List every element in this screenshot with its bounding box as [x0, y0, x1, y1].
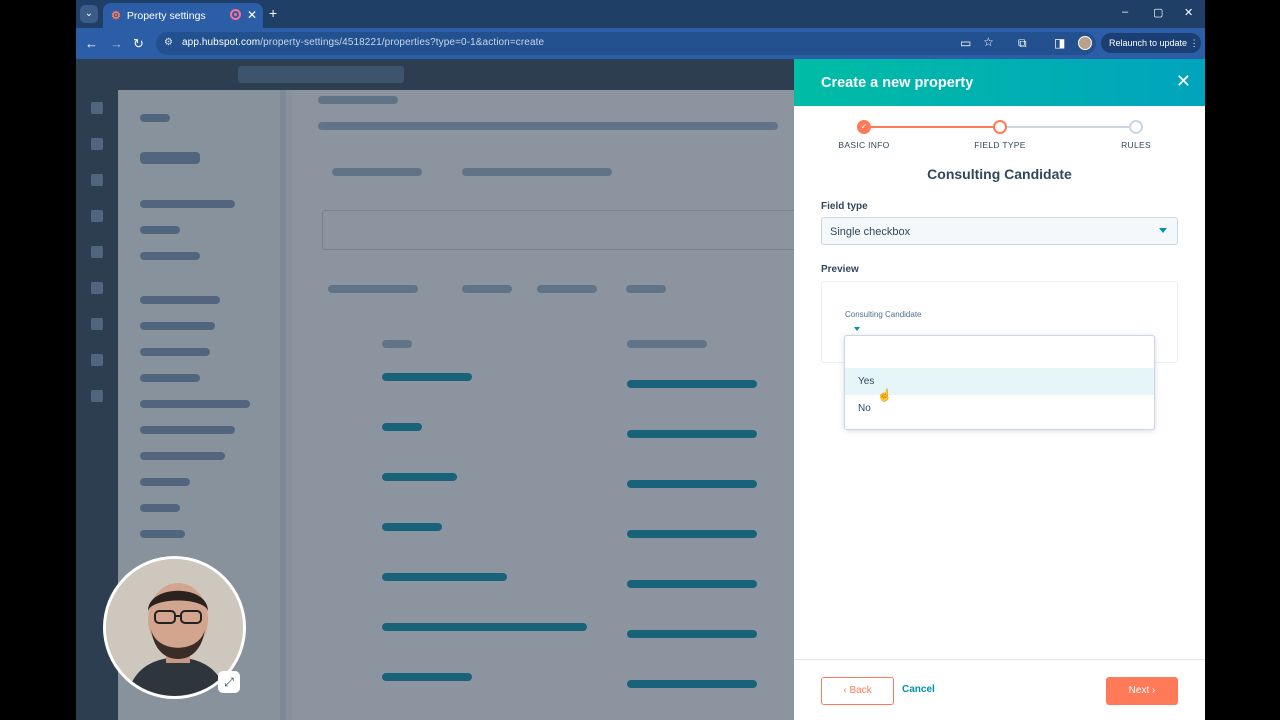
hubspot-favicon-icon: ⚙: [111, 10, 121, 22]
profile-avatar[interactable]: [1078, 36, 1092, 50]
preview-label: Preview: [821, 264, 859, 275]
property-name-heading: Consulting Candidate: [927, 166, 1072, 182]
browser-window: ⌄ ⚙ Property settings ✕ + – ▢ ✕ ← → ↻ ⚙ …: [76, 0, 1205, 720]
field-type-select[interactable]: Single checkbox: [821, 217, 1178, 245]
recording-icon: [230, 9, 241, 20]
field-type-value: Single checkbox: [830, 226, 911, 238]
site-settings-icon[interactable]: ⚙: [164, 37, 173, 48]
close-icon[interactable]: ✕: [1176, 71, 1191, 92]
tab-title: Property settings: [126, 9, 206, 22]
progress-stepper: ✓ BASIC INFO FIELD TYPE RULES: [794, 106, 1205, 206]
screen: ⌄ ⚙ Property settings ✕ + – ▢ ✕ ← → ↻ ⚙ …: [0, 0, 1280, 720]
dropdown-option-empty[interactable]: [845, 340, 1154, 367]
expand-icon[interactable]: ⤢: [218, 671, 240, 693]
restore-icon[interactable]: ▢: [1153, 6, 1163, 19]
preview-dropdown-menu: Yes No ☝: [844, 335, 1155, 430]
window-close-icon[interactable]: ✕: [1184, 6, 1193, 19]
panel-header: Create a new property ✕: [794, 59, 1205, 106]
browser-tab[interactable]: ⚙ Property settings ✕: [103, 3, 263, 28]
step-label-rules: RULES: [1121, 140, 1151, 150]
preview-caret-down-icon[interactable]: [854, 327, 860, 331]
next-button[interactable]: Next ›: [1106, 677, 1178, 705]
address-bar[interactable]: ⚙ app.hubspot.com/property-settings/4518…: [156, 32, 1096, 55]
step-dot-rules: [1129, 120, 1143, 134]
preview-field-label: Consulting Candidate: [845, 310, 922, 319]
tab-strip: ⌄ ⚙ Property settings ✕ + – ▢ ✕: [76, 0, 1205, 28]
step-label-basic-info: BASIC INFO: [838, 140, 890, 150]
new-tab-icon[interactable]: +: [269, 5, 277, 21]
create-property-panel: Create a new property ✕ ✓ BASIC INFO FIE…: [794, 59, 1205, 720]
cancel-button[interactable]: Cancel: [902, 684, 935, 695]
url-text: app.hubspot.com/property-settings/451822…: [182, 37, 545, 48]
extensions-icon[interactable]: ⧉: [1018, 36, 1027, 51]
caret-down-icon: [1159, 228, 1167, 233]
reload-icon[interactable]: ↻: [133, 36, 144, 52]
forward-arrow-icon[interactable]: →: [110, 36, 123, 51]
relaunch-button[interactable]: Relaunch to update ⋮: [1101, 33, 1201, 53]
tab-search-icon[interactable]: ⌄: [80, 5, 98, 23]
back-button[interactable]: ‹ Back: [821, 677, 894, 705]
check-icon: ✓: [857, 120, 871, 134]
step-dot-field-type: [993, 120, 1007, 134]
field-type-label: Field type: [821, 201, 868, 212]
bookmark-star-icon[interactable]: ☆: [983, 35, 994, 49]
step-label-field-type: FIELD TYPE: [974, 140, 1026, 150]
panel-title: Create a new property: [821, 75, 974, 91]
minimize-icon[interactable]: –: [1122, 6, 1128, 18]
browser-toolbar: ← → ↻ ⚙ app.hubspot.com/property-setting…: [76, 28, 1205, 59]
back-arrow-icon[interactable]: ←: [85, 36, 98, 51]
side-panel-icon[interactable]: ◨: [1054, 36, 1065, 50]
tab-close-icon[interactable]: ✕: [247, 8, 257, 22]
hand-pointer-icon: ☝: [877, 388, 892, 402]
panel-footer: ‹ Back Cancel Next ›: [794, 659, 1205, 720]
camera-icon[interactable]: ▭: [960, 36, 971, 50]
